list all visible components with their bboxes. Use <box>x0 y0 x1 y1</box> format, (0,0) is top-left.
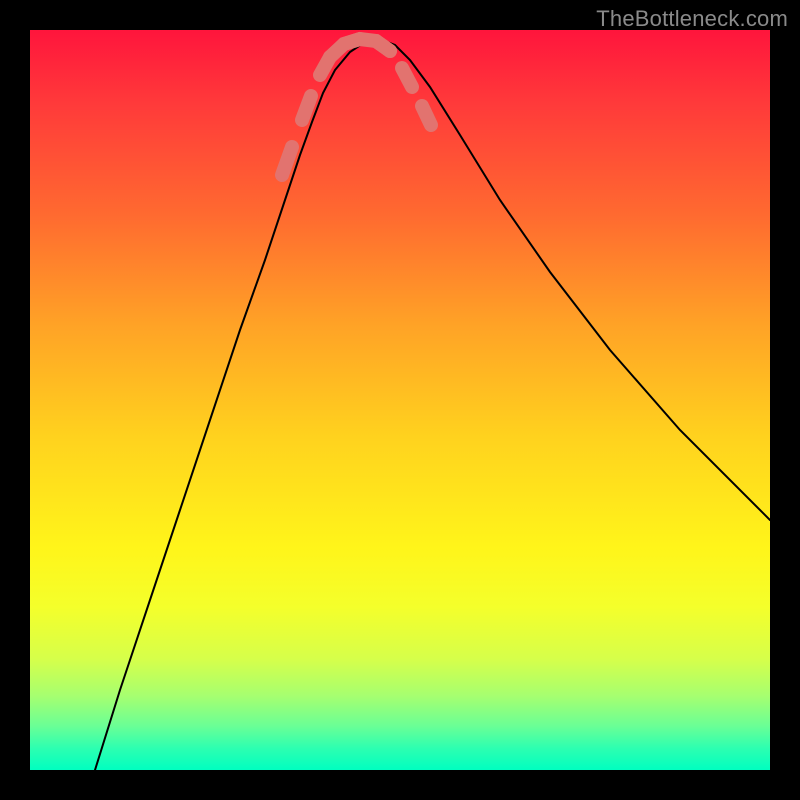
highlight-dash <box>302 96 311 120</box>
highlight-bottom <box>330 39 390 57</box>
chart-frame: TheBottleneck.com <box>0 0 800 800</box>
plot-area <box>30 30 770 770</box>
curve-svg <box>30 30 770 770</box>
watermark-text: TheBottleneck.com <box>596 6 788 32</box>
highlight-dash <box>402 68 412 87</box>
highlight-dash <box>282 147 292 175</box>
highlight-dash <box>422 106 431 125</box>
bottleneck-curve <box>95 40 770 770</box>
